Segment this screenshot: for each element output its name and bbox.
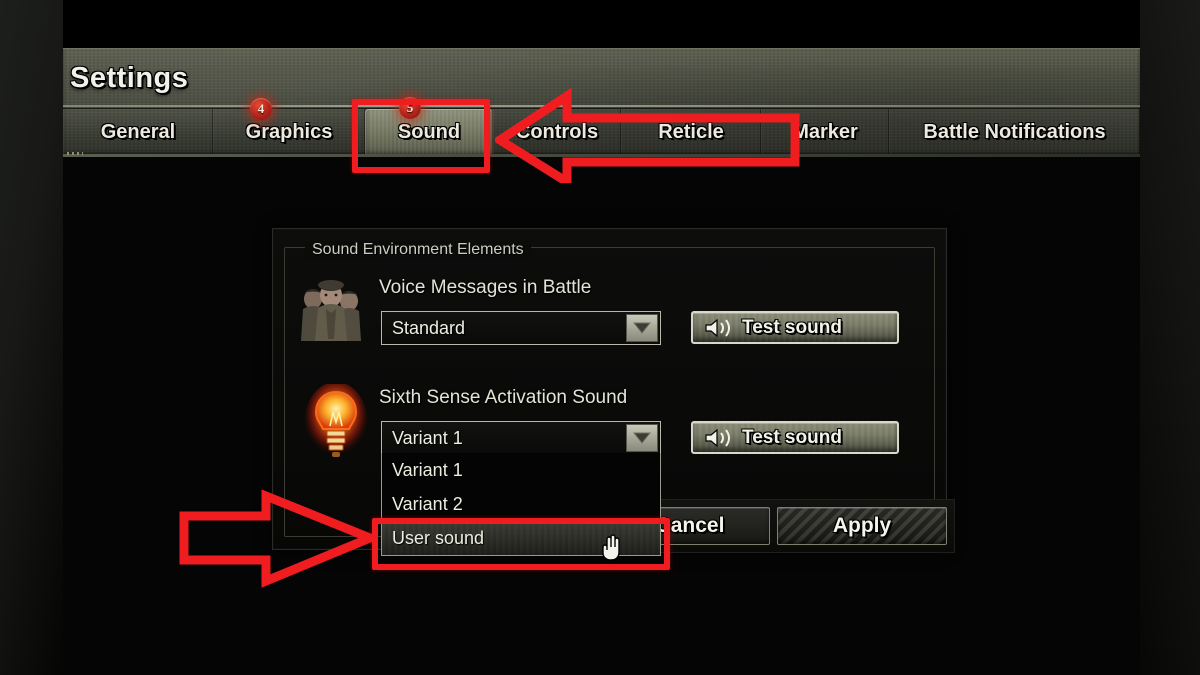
dropdown-option-variant-2[interactable]: Variant 2 [382,487,660,521]
tab-graphics-label: Graphics [245,120,333,143]
dropdown-option-user-sound[interactable]: User sound [382,521,660,561]
voice-messages-value: Standard [392,317,466,338]
tab-graphics[interactable]: Graphics [213,109,365,155]
badge-graphics-count: 5 [399,97,421,119]
speaker-icon [705,318,735,338]
sixth-sense-label: Sixth Sense Activation Sound [379,387,628,408]
letterbox-left [0,0,63,675]
tab-battle-notifications-label: Battle Notifications [923,120,1106,143]
cancel-button-label: Cancel [655,514,725,537]
tab-sound-label: Sound [397,120,461,143]
tab-sound[interactable]: Sound [365,109,493,155]
voice-messages-label: Voice Messages in Battle [379,277,592,298]
voice-messages-combobox[interactable]: Standard [381,311,661,345]
sixth-sense-test-sound-button[interactable]: Test sound [691,421,899,454]
crew-icon [299,269,363,341]
tab-reticle-label: Reticle [658,120,724,143]
tab-strip: General Graphics Sound Controls Reticle … [63,109,1140,155]
content-area: Sound Environment Elements Voice Message… [63,155,1140,675]
screenshot-root: Settings General Graphics Sound Controls… [0,0,1200,675]
page-title: Settings [70,62,189,94]
sixth-sense-test-sound-label: Test sound [742,426,842,448]
apply-button-label: Apply [832,514,892,537]
title-divider [63,105,1140,107]
voice-messages-test-sound-button[interactable]: Test sound [691,311,899,344]
letterbox-right [1140,0,1200,675]
tab-general-label: General [100,120,176,143]
tab-controls-label: Controls [515,120,599,143]
sixth-sense-combobox[interactable]: Variant 1 [381,421,661,455]
tab-dots-decoration [67,152,83,155]
tab-reticle[interactable]: Reticle [621,109,761,155]
tab-underline [63,154,1140,157]
apply-button[interactable]: Apply [777,507,947,545]
title-divider-shadow [63,108,1140,109]
badge-general-count: 4 [250,98,272,120]
tab-controls[interactable]: Controls [493,109,621,155]
chevron-down-icon[interactable] [626,314,658,342]
speaker-icon [705,428,735,448]
tab-marker-label: Marker [792,120,858,143]
hand-cursor-icon [600,533,624,561]
group-title: Sound Environment Elements [305,241,531,259]
tab-general[interactable]: General [63,109,213,155]
sixth-sense-dropdown-list: Variant 1 Variant 2 User sound [381,453,661,561]
chevron-down-icon[interactable] [626,424,658,452]
voice-messages-test-sound-label: Test sound [742,316,842,338]
dropdown-option-user-sound-label: User sound [392,527,485,548]
settings-window: Settings General Graphics Sound Controls… [63,0,1140,675]
tab-marker[interactable]: Marker [761,109,889,155]
dropdown-option-variant-1[interactable]: Variant 1 [382,453,660,487]
tab-battle-notifications[interactable]: Battle Notifications [889,109,1140,155]
lightbulb-icon [305,382,367,464]
sixth-sense-value: Variant 1 [392,427,463,448]
